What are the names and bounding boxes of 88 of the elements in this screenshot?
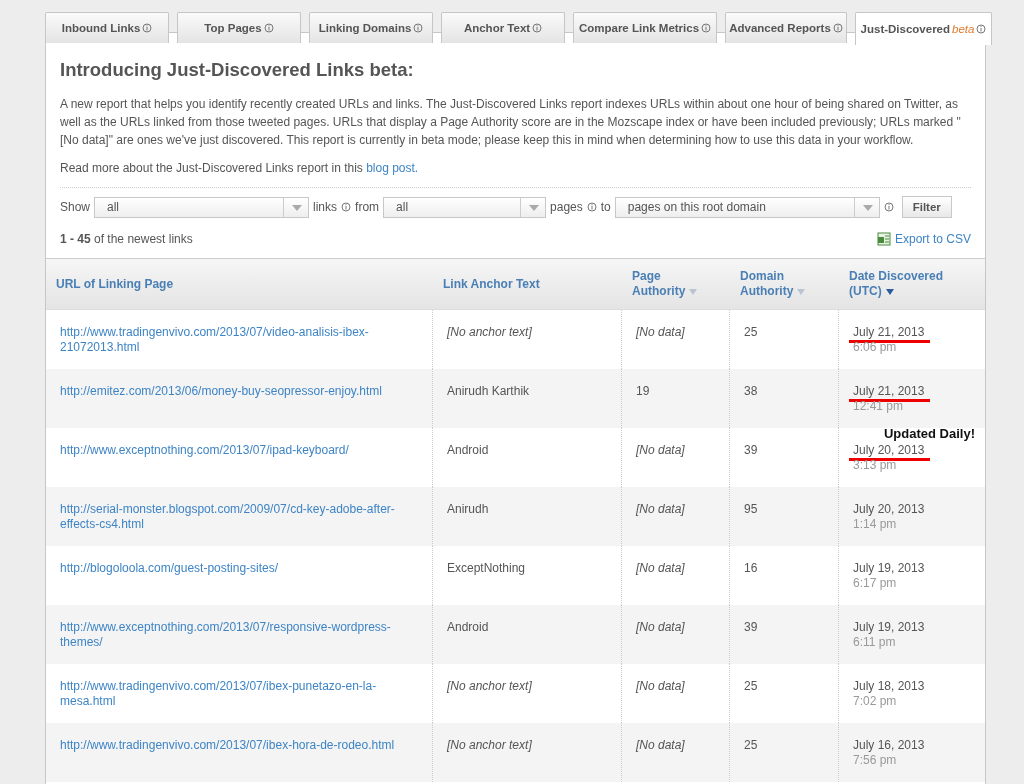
to-dropdown[interactable]: pages on this root domain: [614, 196, 880, 218]
anchor-text: Anirudh Karthik: [447, 384, 530, 398]
info-icon[interactable]: [976, 24, 987, 34]
discovered-date: July 16, 2013: [852, 738, 926, 754]
info-icon[interactable]: [341, 202, 352, 212]
links-label: links: [313, 200, 338, 214]
discovered-date: July 20, 2013: [849, 443, 931, 461]
filter-button[interactable]: Filter: [901, 196, 952, 218]
from-dropdown[interactable]: all: [383, 196, 547, 218]
spreadsheet-icon[interactable]: [876, 232, 891, 246]
discovered-date: July 19, 2013: [852, 620, 926, 636]
page-authority: [No data]: [636, 561, 685, 575]
domain-authority: 38: [744, 384, 758, 398]
report-tab[interactable]: Top Pages: [177, 12, 301, 43]
annotation-text: Updated Daily!: [884, 426, 975, 441]
to-label: to: [600, 200, 611, 214]
report-title: Introducing Just-Discovered Links beta:: [60, 58, 415, 82]
discovered-time: 3:13 pm: [853, 458, 897, 473]
report-tab[interactable]: Compare Link Metrics: [573, 12, 717, 43]
discovered-time: 6:06 pm: [853, 340, 897, 355]
discovered-time: 6:17 pm: [853, 576, 897, 591]
discovered-time: 7:02 pm: [853, 694, 897, 709]
url-link[interactable]: http://serial-monster.blogspot.com/2009/07/cd-key-adobe-after-effects-cs4.html: [60, 502, 402, 532]
anchor-text: Android: [447, 620, 489, 634]
anchor-text: Anirudh: [447, 502, 489, 516]
url-link[interactable]: http://emitez.com/2013/06/money-buy-seopressor-enjoy.html: [60, 384, 402, 399]
info-icon[interactable]: [832, 23, 843, 33]
page-authority: 19: [636, 384, 650, 398]
description-text: A new report that helps you identify recently created URLs and links. The Just-Discovered Links report indexes URLs within about one hour of being shared on Twitter, as well as the URLs linked from those tweeted pages. URLs that display a Page Authority score are in the Mozscape index or have been included previously; URLs marked "[No data]" are ones we've just discovered. This report is currently in beta mode; please keep this in mind when determining how to use this data in your workflow.: [60, 96, 962, 149]
url-link[interactable]: http://www.tradingenvivo.com/2013/07/ibex-hora-de-rodeo.html: [60, 738, 402, 753]
page-authority: [No data]: [636, 738, 685, 752]
column-header[interactable]: Date Discovered (UTC): [849, 269, 949, 299]
info-icon[interactable]: [883, 202, 894, 212]
anchor-text: [No anchor text]: [447, 738, 532, 752]
discovered-date: July 21, 2013: [849, 325, 931, 343]
anchor-text: [No anchor text]: [447, 325, 532, 339]
anchor-text: ExceptNothing: [447, 561, 526, 575]
show-dropdown[interactable]: all: [94, 196, 310, 218]
anchor-text: Android: [447, 443, 489, 457]
domain-authority: 95: [744, 502, 758, 516]
url-link[interactable]: http://blogoloola.com/guest-posting-sites/: [60, 561, 402, 576]
discovered-time: 12:41 pm: [853, 399, 904, 414]
info-icon[interactable]: [532, 23, 543, 33]
page-authority: [No data]: [636, 325, 685, 339]
domain-authority: 25: [744, 738, 758, 752]
discovered-date: July 21, 2013: [849, 384, 931, 402]
info-icon[interactable]: [701, 23, 712, 33]
discovered-time: 1:14 pm: [853, 517, 897, 532]
result-count: 1 - 45 of the newest links: [60, 232, 193, 246]
pages-label: pages: [550, 200, 583, 214]
report-tab[interactable]: Inbound Links: [45, 12, 169, 43]
report-tab[interactable]: Anchor Text: [441, 12, 565, 43]
column-header[interactable]: URL of Linking Page: [56, 276, 174, 292]
column-header[interactable]: Page Authority: [632, 269, 700, 299]
anchor-text: [No anchor text]: [447, 679, 532, 693]
discovered-date: July 20, 2013: [852, 502, 926, 518]
discovered-date: July 18, 2013: [852, 679, 926, 695]
info-icon[interactable]: [142, 23, 153, 33]
page-authority: [No data]: [636, 620, 685, 634]
discovered-time: 6:11 pm: [853, 635, 896, 650]
info-icon[interactable]: [586, 202, 597, 212]
page-authority: [No data]: [636, 443, 685, 457]
domain-authority: 16: [744, 561, 758, 575]
info-icon[interactable]: [413, 23, 424, 33]
column-header[interactable]: Domain Authority: [740, 269, 809, 299]
show-label: Show: [60, 200, 91, 214]
page-authority: [No data]: [636, 502, 685, 516]
read-more-text: Read more about the Just-Discovered Links report in this blog post.: [60, 160, 420, 177]
info-icon[interactable]: [263, 23, 274, 33]
column-header[interactable]: Link Anchor Text: [443, 276, 540, 292]
discovered-date: July 19, 2013: [852, 561, 926, 577]
report-tab[interactable]: Advanced Reports: [725, 12, 847, 43]
url-link[interactable]: http://www.exceptnothing.com/2013/07/ipad-keyboard/: [60, 443, 402, 458]
sort-down-icon[interactable]: [885, 289, 894, 295]
domain-authority: 39: [744, 620, 758, 634]
domain-authority: 25: [744, 325, 758, 339]
report-tab[interactable]: Just-Discovered beta: [855, 12, 992, 45]
from-label: from: [355, 200, 380, 214]
report-tab[interactable]: Linking Domains: [309, 12, 433, 43]
url-link[interactable]: http://www.exceptnothing.com/2013/07/responsive-wordpress-themes/: [60, 620, 402, 650]
domain-authority: 39: [744, 443, 758, 457]
blog-post-link[interactable]: blog post.: [366, 161, 419, 175]
url-link[interactable]: http://www.tradingenvivo.com/2013/07/ibex-punetazo-en-la-mesa.html: [60, 679, 402, 709]
export-csv-link[interactable]: Export to CSV: [894, 232, 971, 246]
url-link[interactable]: http://www.tradingenvivo.com/2013/07/video-analisis-ibex-21072013.html: [60, 325, 402, 355]
discovered-time: 7:56 pm: [853, 753, 897, 768]
page-authority: [No data]: [636, 679, 685, 693]
domain-authority: 25: [744, 679, 758, 693]
